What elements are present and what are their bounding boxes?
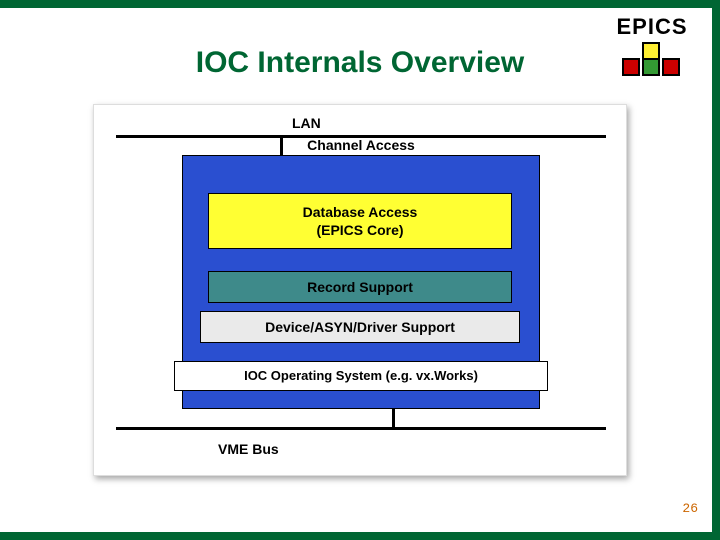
diagram-canvas: LAN Channel Access Database Access (EPIC… [93,104,627,476]
os-box: IOC Operating System (e.g. vx.Works) [174,361,548,391]
channel-access-label: Channel Access [182,137,540,153]
database-access-box: Database Access (EPICS Core) [208,193,512,249]
record-support-box: Record Support [208,271,512,303]
slide: EPICS IOC Internals Overview LAN Channel… [0,0,720,540]
device-support-box: Device/ASYN/Driver Support [200,311,520,343]
trim-right [712,0,720,540]
database-access-line2: (EPICS Core) [316,222,403,238]
vme-bus-line [116,427,606,430]
vme-connector-stub [392,409,395,427]
vme-label: VME Bus [218,441,279,457]
lan-label: LAN [292,115,321,131]
page-number: 26 [682,501,698,516]
database-access-line1: Database Access [303,204,418,220]
trim-top [0,0,720,8]
epics-logo-text: EPICS [608,14,696,40]
slide-title: IOC Internals Overview [0,46,720,80]
trim-bottom [0,532,720,540]
